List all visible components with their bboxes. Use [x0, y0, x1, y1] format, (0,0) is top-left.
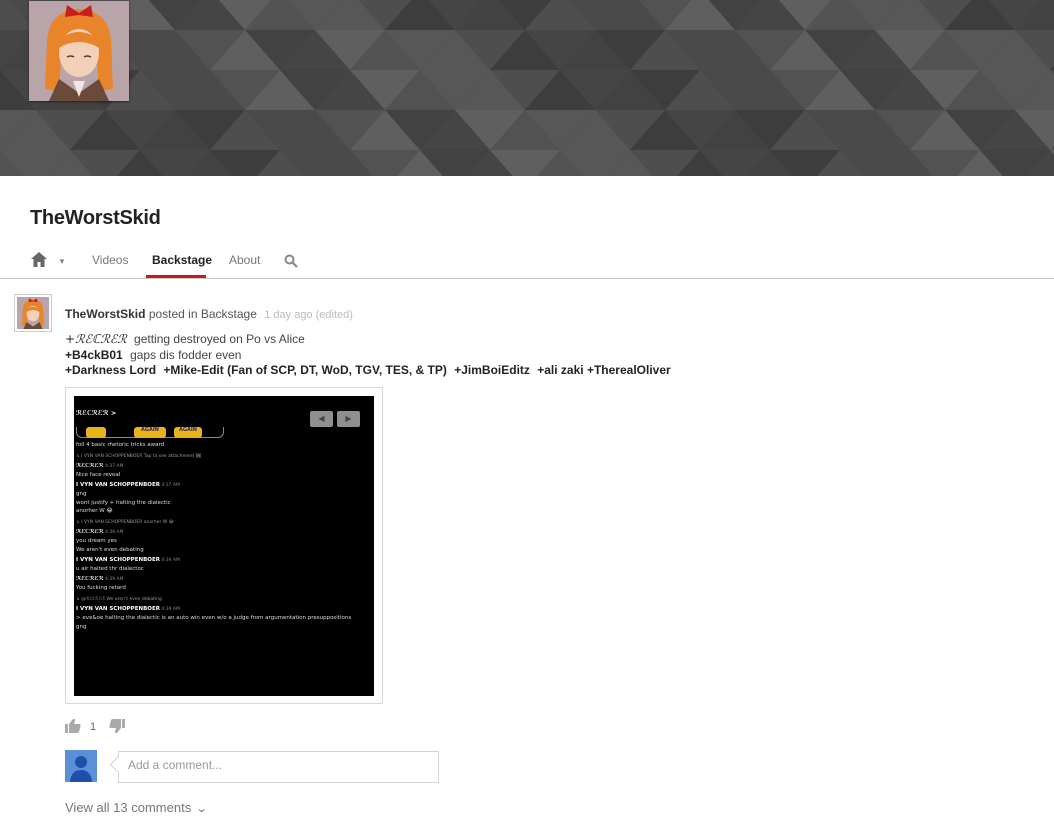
mention-link[interactable]: +B4ckB01 [65, 348, 123, 362]
channel-tabs: ▼ Videos Backstage About [0, 240, 1054, 279]
caret-down-icon[interactable]: ▼ [58, 257, 66, 266]
post-location: posted in Backstage [148, 307, 257, 321]
post-text: getting destroyed on Po vs Alice [134, 332, 305, 346]
chat-reply-reference: ↳ I VYN VAN SCHOPPENBOER Tap to see atta… [76, 453, 202, 459]
chat-message: Nice face reveal [76, 471, 121, 478]
chat-message: wont justify + halting the dialectic [76, 499, 171, 506]
tab-home[interactable]: ▼ [31, 252, 71, 272]
post-header: TheWorstSkid posted in Backstage 1 day a… [65, 307, 353, 321]
post-timestamp[interactable]: 1 day ago (edited) [264, 309, 353, 321]
reaction-badge: AGAIN [134, 427, 166, 438]
thumbs-up-icon[interactable] [65, 718, 81, 734]
view-all-comments-label: View all 13 comments [65, 800, 192, 815]
viewer-avatar [65, 750, 97, 782]
chevron-right-icon: ▶ [337, 411, 360, 427]
chat-reply-reference: ↳ I VYN VAN SCHOPPENBOER anorher W 😂 [76, 519, 174, 525]
active-tab-indicator [146, 275, 206, 278]
banner-pattern [0, 0, 1054, 176]
home-icon [31, 252, 47, 267]
reaction-badge [86, 427, 106, 438]
chat-message: anorher W 😂 [76, 508, 113, 515]
avatar-illustration [29, 1, 129, 101]
chevron-down-icon: ⌄ [195, 803, 208, 815]
chat-time: 4:39 AM [159, 558, 180, 564]
user-silhouette-icon [65, 750, 97, 782]
comment-input[interactable]: Add a comment... [118, 751, 439, 783]
tab-about[interactable]: About [229, 253, 260, 267]
chat-message: We aren't even debating [76, 546, 144, 553]
post-image-attachment[interactable]: ℛℰℂℛℰℛ > ◀ ▶ AGAIN AGAIN foll 4 basic rh… [65, 387, 383, 704]
like-count: 1 [90, 721, 97, 733]
chat-author: ℛℰℂℛℰℛ [76, 576, 104, 583]
thumbs-down-icon[interactable] [109, 718, 125, 734]
chat-message: gng [76, 490, 87, 497]
mention-link[interactable]: +ℛℰℂℛℰℛ [65, 332, 127, 346]
post-author-name[interactable]: TheWorstSkid [65, 307, 145, 321]
channel-banner [0, 0, 1054, 176]
chat-author: I VYN VAN SCHOPPENBOER [76, 557, 160, 564]
chat-time: 4:39 AM [159, 607, 180, 613]
post-line-2: +B4ckB01 gaps dis fodder even [65, 348, 241, 362]
chat-reply-reference: ↳ @ℛℰℂℛℰℛ We aren't even debating [76, 596, 162, 602]
chat-message: u air halted thr dialectoc [76, 565, 144, 572]
chat-time: 4:38 AM [103, 530, 124, 536]
post-line-1: +ℛℰℂℛℰℛ getting destroyed on Po vs Alice [65, 332, 305, 346]
chat-time: 4:37 AM [159, 483, 180, 489]
chat-author: ℛℰℂℛℰℛ [76, 529, 104, 536]
chat-message: gng [76, 623, 87, 630]
chat-author-line: ℛℰℂℛℰℛ 4:39 AM [76, 576, 123, 583]
channel-avatar[interactable] [29, 1, 129, 101]
mention-link[interactable]: +JimBoiEditz [454, 363, 530, 377]
author-avatar-illustration [17, 297, 49, 329]
mention-link[interactable]: +TherealOliver [587, 363, 671, 377]
mention-link[interactable]: +Mike-Edit (Fan of SCP, DT, WoD, TGV, TE… [163, 363, 446, 377]
chat-author-line: I VYN VAN SCHOPPENBOER 4:39 AM [76, 557, 180, 564]
post-author-avatar[interactable] [14, 294, 52, 332]
chat-author: ℛℰℂℛℰℛ [76, 463, 104, 469]
chat-author-line: I VYN VAN SCHOPPENBOER 4:39 AM [76, 606, 180, 613]
channel-title: TheWorstSkid [30, 207, 161, 229]
chat-screenshot: ℛℰℂℛℰℛ > ◀ ▶ AGAIN AGAIN foll 4 basic rh… [74, 396, 374, 696]
chat-message: foll 4 basic rhetoric tricks award [76, 442, 165, 448]
mention-link[interactable]: +ali zaki [537, 363, 583, 377]
search-icon[interactable] [284, 254, 298, 268]
chat-author: I VYN VAN SCHOPPENBOER [76, 482, 160, 489]
chat-message: You fucking retard [76, 585, 126, 592]
post-text: gaps dis fodder even [130, 348, 242, 362]
screenshot-header: ℛℰℂℛℰℛ > [76, 409, 117, 417]
chat-time: 4:39 AM [103, 577, 124, 583]
tab-backstage[interactable]: Backstage [152, 253, 212, 267]
chat-author-line: ℛℰℂℛℰℛ 4:38 AM [76, 529, 123, 536]
chat-author-line: I VYN VAN SCHOPPENBOER 4:37 AM [76, 482, 180, 489]
post-line-3: +Darkness Lord +Mike-Edit (Fan of SCP, D… [65, 363, 671, 377]
tab-videos[interactable]: Videos [92, 253, 128, 267]
mention-link[interactable]: +Darkness Lord [65, 363, 156, 377]
reaction-badge: AGAIN [174, 427, 202, 438]
chat-time: 4:37 AM [103, 464, 124, 469]
chat-message: you dream yes [76, 538, 117, 544]
view-all-comments-link[interactable]: View all 13 comments ⌄ [65, 800, 208, 815]
chat-author-line: ℛℰℂℛℰℛ 4:37 AM [76, 463, 123, 470]
chevron-left-icon: ◀ [310, 411, 333, 427]
chat-message: > eve&oe halting the dialectic is an aut… [76, 614, 352, 621]
chat-author: I VYN VAN SCHOPPENBOER [76, 606, 160, 613]
